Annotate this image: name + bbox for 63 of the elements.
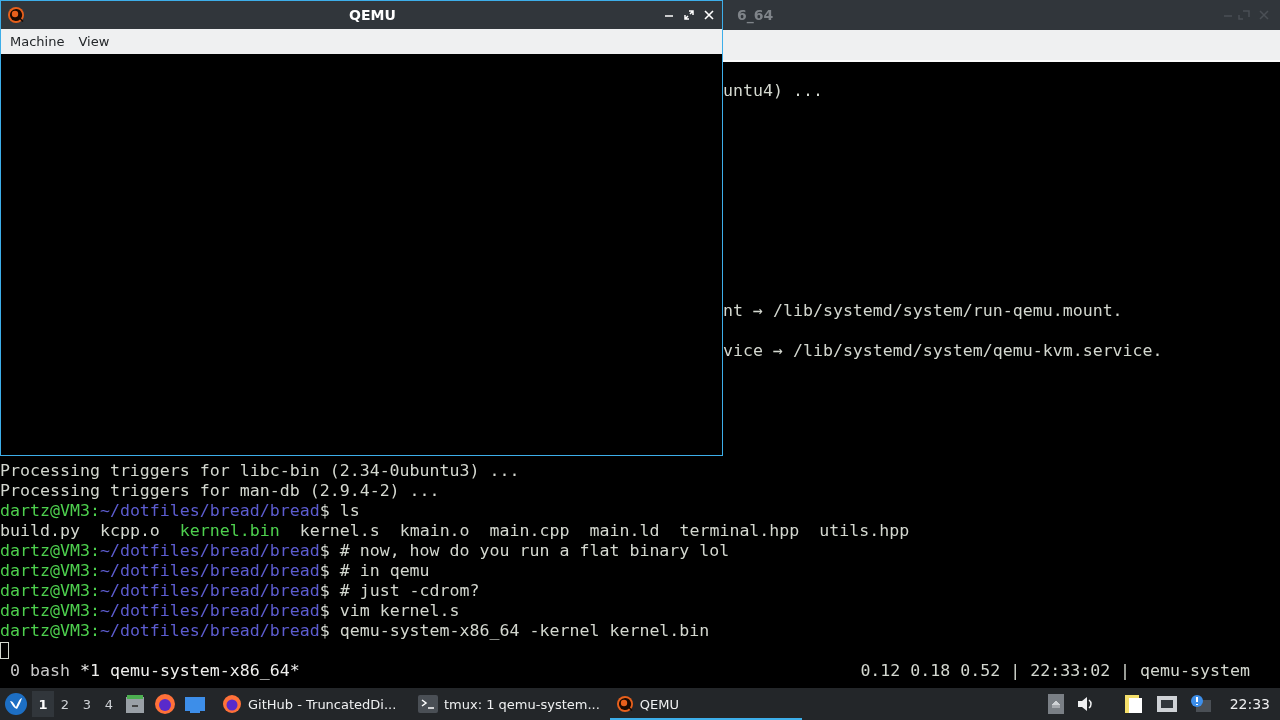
tmux-status-info: 0.12 0.18 0.52 | 22:33:02 | qemu-system	[860, 661, 1250, 681]
command-text: $ ls	[319, 501, 360, 520]
prompt-path: ~/dotfiles/bread/bread	[99, 561, 320, 580]
file-name: main.ld	[589, 521, 660, 540]
terminal-line: Processing triggers for libc-bin (2.34-0ubuntu3) ...	[0, 461, 520, 480]
close-icon[interactable]	[704, 10, 714, 20]
workspace-button[interactable]: 2	[54, 691, 76, 717]
menu-item[interactable]: View	[71, 31, 117, 52]
prompt-path: ~/dotfiles/bread/bread	[99, 541, 320, 560]
terminal-line: nt → /lib/systemd/system/run-qemu.mount.	[723, 301, 1123, 320]
window-controls-icon	[1224, 10, 1270, 20]
menu-item[interactable]: Machine	[3, 31, 72, 52]
terminal-line: untu4) ...	[723, 81, 823, 100]
file-cabinet-icon[interactable]	[124, 693, 146, 715]
file-name: kmain.o	[399, 521, 470, 540]
command-text: $ qemu-system-x86_64 -kernel kernel.bin	[319, 621, 710, 640]
terminal-icon	[418, 695, 438, 713]
command-text: $ # now, how do you run a flat binary lol	[319, 541, 730, 560]
prompt-user: dartz@VM3:	[0, 501, 100, 520]
prompt-user: dartz@VM3:	[0, 561, 100, 580]
browser-icon	[222, 694, 242, 714]
window-title: 6_64	[737, 7, 774, 23]
browser-icon[interactable]	[154, 693, 176, 715]
terminal-line: vice → /lib/systemd/system/qemu-kvm.service.	[723, 341, 1163, 360]
file-name: kcpp.o	[99, 521, 160, 540]
expand-tray-icon[interactable]	[1047, 694, 1064, 714]
network-icon[interactable]	[1155, 695, 1178, 713]
file-name: kernel.s	[299, 521, 380, 540]
command-text: $ vim kernel.s	[319, 601, 460, 620]
clipboard-icon[interactable]	[1123, 693, 1144, 715]
tmux-window-tab[interactable]: 0 bash	[10, 661, 70, 681]
prompt-user: dartz@VM3:	[0, 541, 100, 560]
workspace-button[interactable]: 3	[76, 691, 98, 717]
text-cursor	[0, 642, 9, 659]
workspace-button[interactable]: 4	[98, 691, 120, 717]
workspace-button[interactable]: 1	[32, 691, 54, 717]
taskbar-task[interactable]: tmux: 1 qemu-system...	[412, 688, 606, 720]
prompt-user: dartz@VM3:	[0, 621, 100, 640]
command-text: $ # in qemu	[319, 561, 430, 580]
prompt-user: dartz@VM3:	[0, 581, 100, 600]
notification-icon[interactable]	[1189, 694, 1212, 714]
maximize-icon[interactable]	[684, 10, 694, 20]
volume-icon[interactable]	[1075, 695, 1094, 713]
file-name: terminal.hpp	[679, 521, 800, 540]
command-text: $ # just -cdrom?	[319, 581, 480, 600]
prompt-path: ~/dotfiles/bread/bread	[99, 501, 320, 520]
file-name: main.cpp	[489, 521, 570, 540]
tmux-window-tab[interactable]: *1 qemu-system-x86_64*	[79, 661, 300, 681]
terminal-line: Processing triggers for man-db (2.9.4-2) ...	[0, 481, 440, 500]
prompt-path: ~/dotfiles/bread/bread	[99, 621, 320, 640]
prompt-user: dartz@VM3:	[0, 601, 100, 620]
start-menu-icon[interactable]	[4, 692, 28, 716]
qemu-logo-icon	[615, 695, 634, 713]
taskbar-task[interactable]: GitHub - TruncatedDi...	[216, 688, 408, 720]
file-name: utils.hpp	[819, 521, 910, 540]
clock[interactable]: 22:33	[1223, 696, 1276, 712]
prompt-path: ~/dotfiles/bread/bread	[99, 581, 320, 600]
qemu-logo-icon	[7, 6, 25, 24]
prompt-path: ~/dotfiles/bread/bread	[99, 601, 320, 620]
file-name: kernel.bin	[179, 521, 280, 540]
file-name: build.py	[0, 521, 80, 540]
taskbar-task[interactable]: QEMU	[609, 688, 802, 720]
window-title: QEMU	[349, 7, 396, 23]
